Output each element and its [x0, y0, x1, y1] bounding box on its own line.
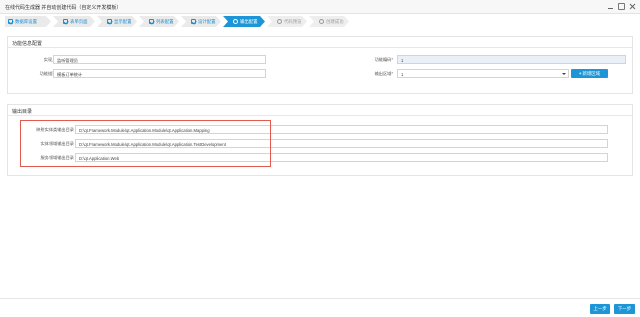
function-desc-input[interactable]: 模板订单统计 [53, 69, 266, 78]
wizard-steps: 数据库设置 表单页面 显示配置 列表配置 设计配置 输出配置 代码预览 创建成功 [5, 16, 351, 27]
step-label: 列表配置 [156, 18, 174, 24]
step-code-preview[interactable]: 代码预览 [267, 16, 307, 27]
panel-title: 功能信息配置 [8, 37, 632, 48]
step-label: 输出配置 [240, 18, 258, 24]
step-display-config[interactable]: 显示配置 [97, 16, 137, 27]
output-area-value: 1 [401, 72, 404, 77]
prev-button[interactable]: 上一步 [590, 304, 610, 314]
plus-icon: + [578, 71, 582, 76]
check-icon [191, 19, 196, 24]
step-create-success[interactable]: 创建成功 [309, 16, 349, 27]
step-label: 显示配置 [114, 18, 132, 24]
gear-icon [233, 19, 238, 24]
next-button-label: 下一步 [617, 306, 632, 311]
highlight-box [20, 120, 271, 167]
step-label: 数据库设置 [15, 18, 37, 24]
step-label: 设计配置 [198, 18, 216, 24]
circle-icon [319, 19, 324, 24]
wizard-footer: 上一步 下一步 [0, 298, 640, 317]
add-area-button-label: 新增区域 [582, 70, 601, 76]
output-area-select[interactable]: 1 [397, 69, 569, 78]
maximize-icon[interactable] [618, 3, 625, 10]
window-controls [607, 3, 636, 10]
next-button[interactable]: 下一步 [614, 304, 635, 314]
add-area-button[interactable]: + 新增区域 [571, 69, 608, 78]
window-titlebar: 在线代码生成器 并自动创建代码（自定义开发模板） [0, 0, 640, 14]
function-info-panel: 功能信息配置 实现入* 监听管理员 功能描述* 模板订单统计 功能编码* 1 输… [7, 36, 633, 94]
check-icon [8, 19, 13, 24]
step-label: 创建成功 [326, 18, 344, 24]
check-icon [149, 19, 154, 24]
minimize-icon[interactable] [607, 3, 614, 10]
step-label: 代码预览 [284, 18, 302, 24]
step-output-config[interactable]: 输出配置 [223, 16, 265, 27]
step-list-config[interactable]: 列表配置 [139, 16, 179, 27]
check-icon [107, 19, 112, 24]
chevron-down-icon [562, 73, 566, 75]
window-title: 在线代码生成器 并自动创建代码（自定义开发模板） [5, 5, 122, 11]
step-design-config[interactable]: 设计配置 [181, 16, 221, 27]
step-label: 表单页面 [70, 18, 88, 24]
step-form-page[interactable]: 表单页面 [53, 16, 95, 27]
circle-icon [277, 19, 282, 24]
close-icon[interactable] [629, 3, 636, 10]
function-code-label: 功能编码* [374, 57, 393, 62]
output-area-label: 输出区域* [374, 71, 393, 76]
check-icon [63, 19, 68, 24]
class-name-input[interactable]: 监听管理员 [53, 55, 266, 64]
panel-title: 输出目录 [8, 105, 632, 116]
step-database-settings[interactable]: 数据库设置 [5, 16, 51, 27]
function-code-input[interactable]: 1 [397, 55, 626, 64]
prev-button-label: 上一步 [593, 306, 607, 311]
